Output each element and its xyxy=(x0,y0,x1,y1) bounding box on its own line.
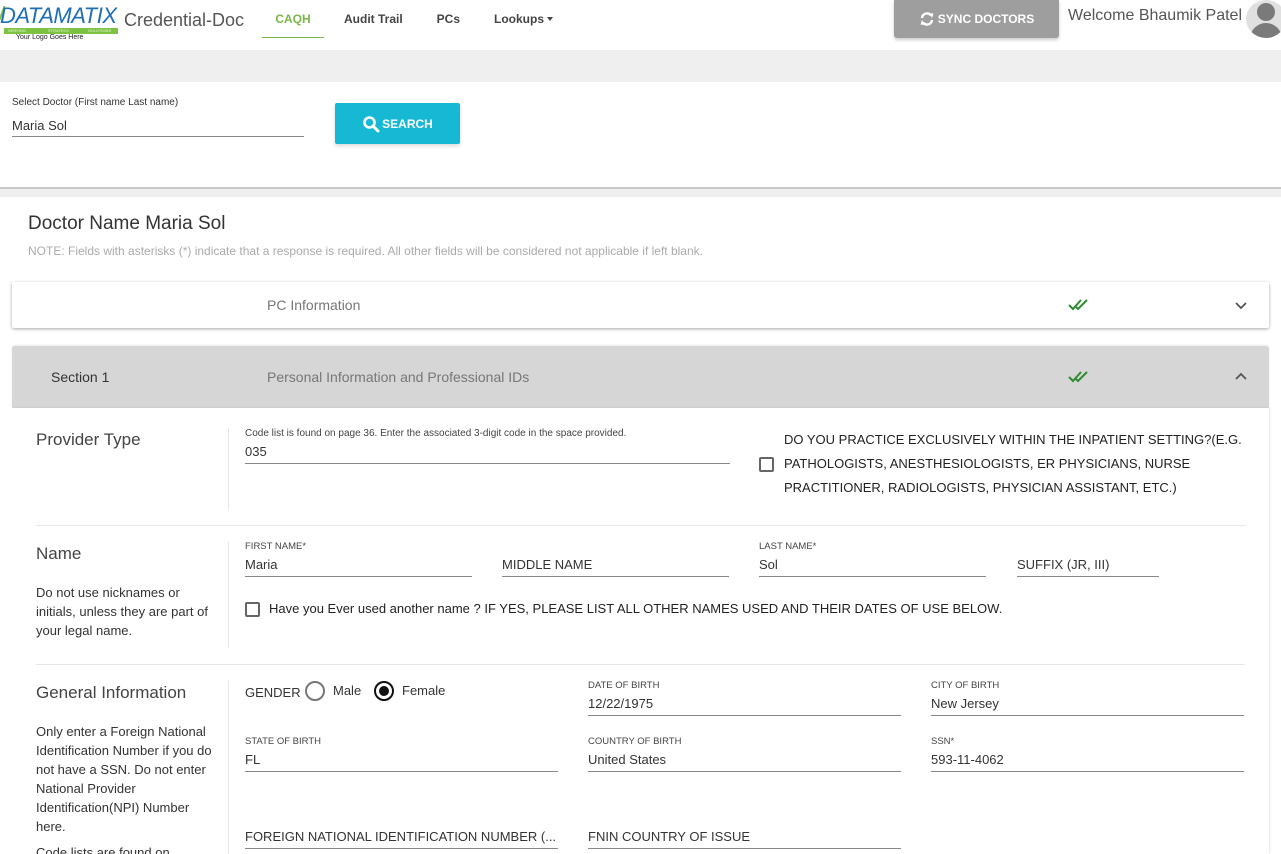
state-of-birth-field: STATE OF BIRTH xyxy=(245,736,558,772)
app-name: Credential-Doc xyxy=(124,10,245,30)
double-check-icon xyxy=(1068,371,1088,383)
middle-name-field xyxy=(502,541,729,577)
fnin-field xyxy=(245,813,558,849)
top-navbar: DATAMATIX SERVING STRATEGY SOLUTIONS You… xyxy=(0,0,1281,50)
column-divider xyxy=(228,428,229,510)
logo[interactable]: DATAMATIX SERVING STRATEGY SOLUTIONS You… xyxy=(0,4,120,42)
row-divider xyxy=(36,525,1245,526)
last-name-label: LAST NAME* xyxy=(759,541,817,552)
first-name-input[interactable] xyxy=(245,553,472,577)
suffix-field xyxy=(1017,541,1159,577)
nav-audit-trail[interactable]: Audit Trail xyxy=(330,0,423,38)
gender-male-label: Male xyxy=(333,683,362,698)
state-of-birth-input[interactable] xyxy=(245,748,558,772)
avatar-body-icon xyxy=(1250,23,1281,38)
middle-name-label-spacer xyxy=(502,541,729,553)
sync-icon xyxy=(920,12,934,26)
nav-caqh[interactable]: CAQH xyxy=(262,0,324,38)
main-nav: CAQH Audit Trail PCs Lookups xyxy=(262,0,573,38)
welcome-text: Welcome Bhaumik Patel xyxy=(1068,7,1242,24)
accordion-section-number: Section 1 xyxy=(51,369,110,385)
caret-down-icon xyxy=(547,17,554,21)
logo-wordmark: DATAMATIX xyxy=(0,3,117,28)
city-of-birth-label: CITY OF BIRTH xyxy=(931,680,1000,691)
general-information-description-2: Code lists are found on xyxy=(36,845,170,854)
gender-female-label: Female xyxy=(402,683,446,698)
nav-label: Lookups xyxy=(494,12,545,26)
double-check-icon xyxy=(1068,299,1088,311)
logo-subtitle: Your Logo Goes Here xyxy=(16,34,84,41)
nav-lookups-dropdown[interactable]: Lookups xyxy=(480,0,573,38)
gender-female-radio[interactable] xyxy=(374,681,394,701)
date-of-birth-field: DATE OF BIRTH xyxy=(588,680,901,716)
middle-name-input[interactable] xyxy=(502,553,729,577)
general-information-heading: General Information xyxy=(36,683,187,702)
fnin-country-field xyxy=(588,813,901,849)
other-name-checkbox[interactable] xyxy=(245,602,260,617)
sync-doctors-button[interactable]: SYNC DOCTORS xyxy=(894,0,1059,38)
gender-male-radio[interactable] xyxy=(305,681,325,701)
gender-label: GENDER xyxy=(245,685,301,700)
provider-type-code-label: Code list is found on page 36. Enter the… xyxy=(245,428,627,439)
provider-type-code-input[interactable] xyxy=(245,440,730,464)
doctor-search-panel: Select Doctor (First name Last name) SEA… xyxy=(0,82,1281,189)
state-of-birth-label: STATE OF BIRTH xyxy=(245,736,322,747)
nav-label: Audit Trail xyxy=(344,12,403,26)
date-of-birth-input[interactable] xyxy=(588,692,901,716)
doctor-name-title: Doctor Name Maria Sol xyxy=(28,213,226,234)
nav-label: PCs xyxy=(436,12,461,26)
last-name-input[interactable] xyxy=(759,553,986,577)
city-of-birth-input[interactable] xyxy=(931,692,1244,716)
city-of-birth-field: CITY OF BIRTH xyxy=(931,680,1244,716)
ssn-input[interactable] xyxy=(931,748,1244,772)
ssn-label: SSN* xyxy=(931,736,955,747)
chevron-down-icon[interactable] xyxy=(1234,300,1248,310)
fnin-label-spacer xyxy=(245,813,558,825)
fnin-country-label-spacer xyxy=(588,813,901,825)
inpatient-setting-checkbox[interactable] xyxy=(759,457,774,472)
country-of-birth-field: COUNTRY OF BIRTH xyxy=(588,736,901,772)
country-of-birth-label: COUNTRY OF BIRTH xyxy=(588,736,682,747)
first-name-field: FIRST NAME* xyxy=(245,541,472,577)
accordion-title: PC Information xyxy=(267,297,361,313)
general-information-description: Only enter a Foreign National Identifica… xyxy=(36,724,212,834)
suffix-label-spacer xyxy=(1017,541,1159,553)
inpatient-setting-question: DO YOU PRACTICE EXCLUSIVELY WITHIN THE I… xyxy=(784,432,1242,495)
country-of-birth-input[interactable] xyxy=(588,748,901,772)
nav-pcs[interactable]: PCs xyxy=(423,0,480,38)
provider-type-code-field: Code list is found on page 36. Enter the… xyxy=(245,428,730,464)
fnin-country-input[interactable] xyxy=(588,825,901,849)
chevron-up-icon[interactable] xyxy=(1234,372,1248,382)
search-divider xyxy=(0,189,1281,197)
accordion-pc-information[interactable]: PC Information xyxy=(12,282,1269,328)
ssn-field: SSN* xyxy=(931,736,1244,772)
name-description: Do not use nicknames or initials, unless… xyxy=(36,585,208,638)
header-spacer xyxy=(0,50,1281,82)
sync-doctors-label: SYNC DOCTORS xyxy=(937,12,1035,26)
required-fields-note: NOTE: Fields with asterisks (*) indicate… xyxy=(28,244,703,258)
row-divider xyxy=(36,664,1245,665)
suffix-input[interactable] xyxy=(1017,553,1159,577)
date-of-birth-label: DATE OF BIRTH xyxy=(588,680,660,691)
last-name-field: LAST NAME* xyxy=(759,541,986,577)
accordion-title: Personal Information and Professional ID… xyxy=(267,369,530,385)
logo-tag: SOLUTIONS xyxy=(88,28,112,33)
provider-type-heading: Provider Type xyxy=(36,430,141,449)
column-divider xyxy=(228,542,229,648)
nav-label: CAQH xyxy=(275,11,311,26)
select-doctor-label: Select Doctor (First name Last name) xyxy=(12,97,179,108)
avatar-head-icon xyxy=(1257,3,1275,21)
other-name-question: Have you Ever used another name ? IF YES… xyxy=(269,601,1003,616)
search-icon xyxy=(363,115,380,132)
select-doctor-input[interactable] xyxy=(12,114,304,137)
user-avatar[interactable] xyxy=(1246,0,1281,38)
fnin-input[interactable] xyxy=(245,825,558,849)
first-name-label: FIRST NAME* xyxy=(245,541,307,552)
search-button-label: SEARCH xyxy=(382,116,433,131)
accordion-section-1[interactable]: Section 1 Personal Information and Profe… xyxy=(12,346,1269,408)
name-heading: Name xyxy=(36,544,82,563)
column-divider xyxy=(228,681,229,854)
search-button[interactable]: SEARCH xyxy=(335,103,460,144)
